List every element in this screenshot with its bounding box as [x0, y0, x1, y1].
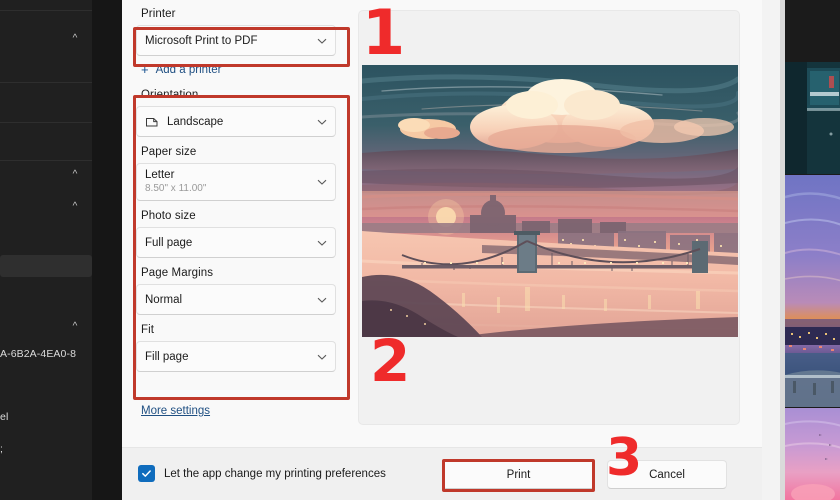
print-settings-column: Printer Microsoft Print to PDF + Add a p… [136, 8, 358, 381]
add-printer-link[interactable]: + Add a printer [141, 63, 358, 76]
chevron-up-icon[interactable]: ^ [68, 320, 82, 334]
chevron-down-icon [317, 119, 327, 125]
photo-size-value: Full page [145, 236, 193, 249]
print-dialog-footer: Let the app change my printing preferenc… [122, 447, 762, 500]
paper-size-select[interactable]: Letter 8.50" x 11.00" [136, 163, 336, 201]
divider [0, 160, 92, 161]
chevron-down-icon [317, 297, 327, 303]
check-icon [142, 470, 151, 477]
chevron-down-icon [317, 354, 327, 360]
orientation-group: Orientation Landscape [136, 89, 358, 137]
printer-select[interactable]: Microsoft Print to PDF [136, 25, 336, 56]
photo-size-select[interactable]: Full page [136, 227, 336, 258]
print-preview-image [362, 65, 738, 337]
paper-size-dimensions: 8.50" x 11.00" [145, 183, 207, 195]
left-panel-selected-row[interactable] [0, 255, 92, 277]
checkbox-box[interactable] [138, 465, 155, 482]
print-preview-card [358, 10, 740, 425]
orientation-select[interactable]: Landscape [136, 106, 336, 137]
chevron-down-icon [317, 179, 327, 185]
thumbnail-blue-sunset-highway[interactable] [785, 175, 840, 407]
page-margins-group: Page Margins Normal [136, 267, 358, 315]
chevron-down-icon [317, 240, 327, 246]
fit-select[interactable]: Fill page [136, 341, 336, 372]
chevron-up-icon[interactable]: ^ [68, 168, 82, 182]
page-margins-label: Page Margins [141, 267, 214, 279]
paper-size-group: Paper size Letter 8.50" x 11.00" [136, 146, 358, 201]
chevron-down-icon [317, 38, 327, 44]
more-settings-link[interactable]: More settings [141, 405, 210, 417]
printing-preferences-checkbox[interactable]: Let the app change my printing preferenc… [138, 465, 386, 482]
left-panel-edge [92, 0, 122, 500]
left-app-panel: ^ ^ ^ ^ A-6B2A-4EA0-8 el ; [0, 0, 122, 500]
add-printer-label: Add a printer [155, 63, 222, 76]
print-dialog: Printer Microsoft Print to PDF + Add a p… [122, 0, 762, 500]
left-panel-text: ; [0, 443, 4, 455]
divider [0, 122, 92, 123]
chevron-up-icon[interactable]: ^ [68, 200, 82, 214]
checkbox-label: Let the app change my printing preferenc… [164, 467, 386, 480]
right-thumbnail-strip [762, 0, 840, 500]
left-panel-text: el [0, 411, 9, 423]
divider [0, 82, 92, 83]
page-margins-value: Normal [145, 293, 183, 306]
fit-group: Fit Fill page [136, 324, 358, 372]
orientation-label: Orientation [141, 89, 199, 101]
printer-group: Printer Microsoft Print to PDF + Add a p… [136, 8, 358, 76]
divider [0, 10, 92, 11]
paper-size-value: Letter [145, 169, 175, 182]
screen: ^ ^ ^ ^ A-6B2A-4EA0-8 el ; Printer Micro… [0, 0, 840, 500]
printer-label: Printer [141, 8, 176, 20]
landscape-page-icon [146, 117, 158, 126]
page-margins-select[interactable]: Normal [136, 284, 336, 315]
annotation-number-1: 1 [362, 0, 406, 69]
paper-size-label: Paper size [141, 146, 197, 158]
annotation-number-3: 3 [606, 428, 643, 488]
left-panel-text: A-6B2A-4EA0-8 [0, 348, 77, 360]
printer-value: Microsoft Print to PDF [145, 34, 258, 47]
photo-size-group: Photo size Full page [136, 210, 358, 258]
strip-gutter [762, 0, 780, 500]
thumbnail-night-window[interactable] [785, 62, 840, 174]
print-dialog-body: Printer Microsoft Print to PDF + Add a p… [122, 0, 762, 447]
thumbnail-pink-sunset[interactable] [785, 408, 840, 500]
plus-icon: + [141, 62, 149, 77]
fit-value: Fill page [145, 350, 189, 363]
photo-size-label: Photo size [141, 210, 196, 222]
fit-label: Fit [141, 324, 155, 336]
chevron-up-icon[interactable]: ^ [68, 32, 82, 46]
print-button[interactable]: Print [442, 460, 595, 489]
annotation-number-2: 2 [370, 327, 411, 395]
left-panel-column [0, 0, 92, 500]
orientation-value: Landscape [167, 115, 224, 128]
